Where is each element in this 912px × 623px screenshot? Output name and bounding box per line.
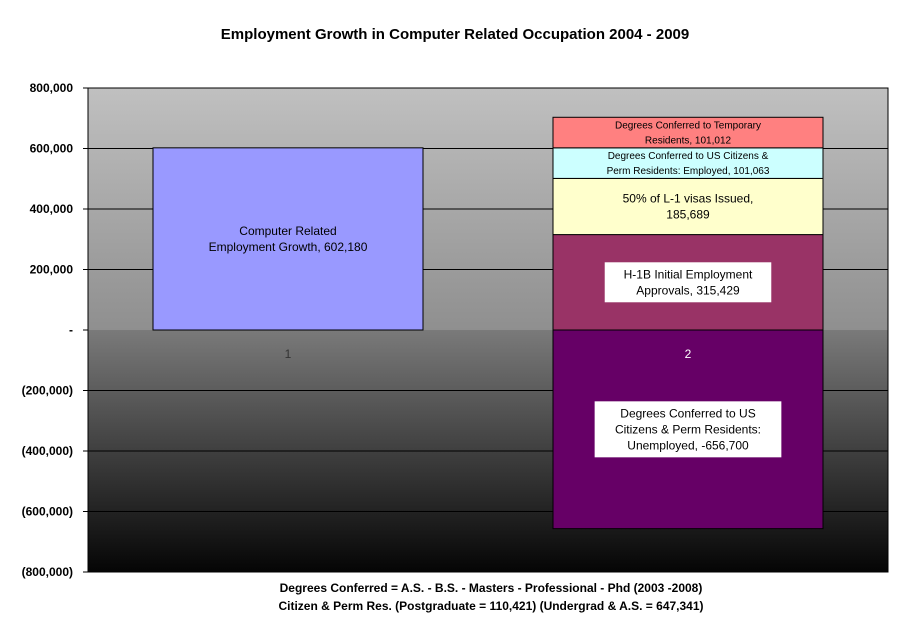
- category-label: 2: [685, 347, 692, 361]
- data-label: Degrees Conferred to Temporary: [615, 121, 761, 132]
- data-label: 185,689: [666, 208, 710, 222]
- y-tick-label: (600,000): [22, 505, 73, 519]
- bar-segment: [152, 147, 424, 331]
- data-label: Citizens & Perm Residents:: [615, 423, 761, 437]
- data-label: 50% of L-1 visas Issued,: [623, 192, 754, 206]
- chart-title: Employment Growth in Computer Related Oc…: [221, 26, 689, 43]
- data-label: Approvals, 315,429: [636, 283, 740, 297]
- x-axis-label-line-1: Degrees Conferred = A.S. - B.S. - Master…: [280, 581, 703, 595]
- plot-area: 800,000 600,000 400,000 200,000 - (200,000) (4…: [22, 81, 889, 579]
- data-label: Residents, 101,012: [645, 136, 732, 147]
- y-tick-label: 800,000: [30, 81, 74, 95]
- category-label: 1: [285, 347, 292, 361]
- y-tick-label: 600,000: [30, 142, 74, 156]
- y-tick-label: (800,000): [22, 565, 73, 579]
- data-label: Degrees Conferred to US Citizens &: [608, 151, 769, 162]
- data-label: Perm Residents: Employed, 101,063: [607, 166, 770, 177]
- x-axis-label-line-2: Citizen & Perm Res. (Postgraduate = 110,…: [278, 599, 703, 613]
- y-tick-label: 200,000: [30, 263, 74, 277]
- y-tick-label: (400,000): [22, 444, 73, 458]
- y-tick-label: -: [69, 323, 73, 337]
- data-label: Computer Related: [239, 224, 336, 238]
- data-label: Unemployed, -656,700: [627, 439, 749, 453]
- data-label: H-1B Initial Employment: [624, 267, 753, 281]
- y-tick-label: (200,000): [22, 384, 73, 398]
- chart-container: Employment Growth in Computer Related Oc…: [0, 0, 912, 623]
- data-label: Degrees Conferred to US: [620, 407, 755, 421]
- bar-segment: [552, 177, 824, 236]
- data-label: Employment Growth, 602,180: [209, 240, 368, 254]
- stacked-bar-chart: Employment Growth in Computer Related Oc…: [22, 26, 889, 613]
- y-tick-label: 400,000: [30, 202, 74, 216]
